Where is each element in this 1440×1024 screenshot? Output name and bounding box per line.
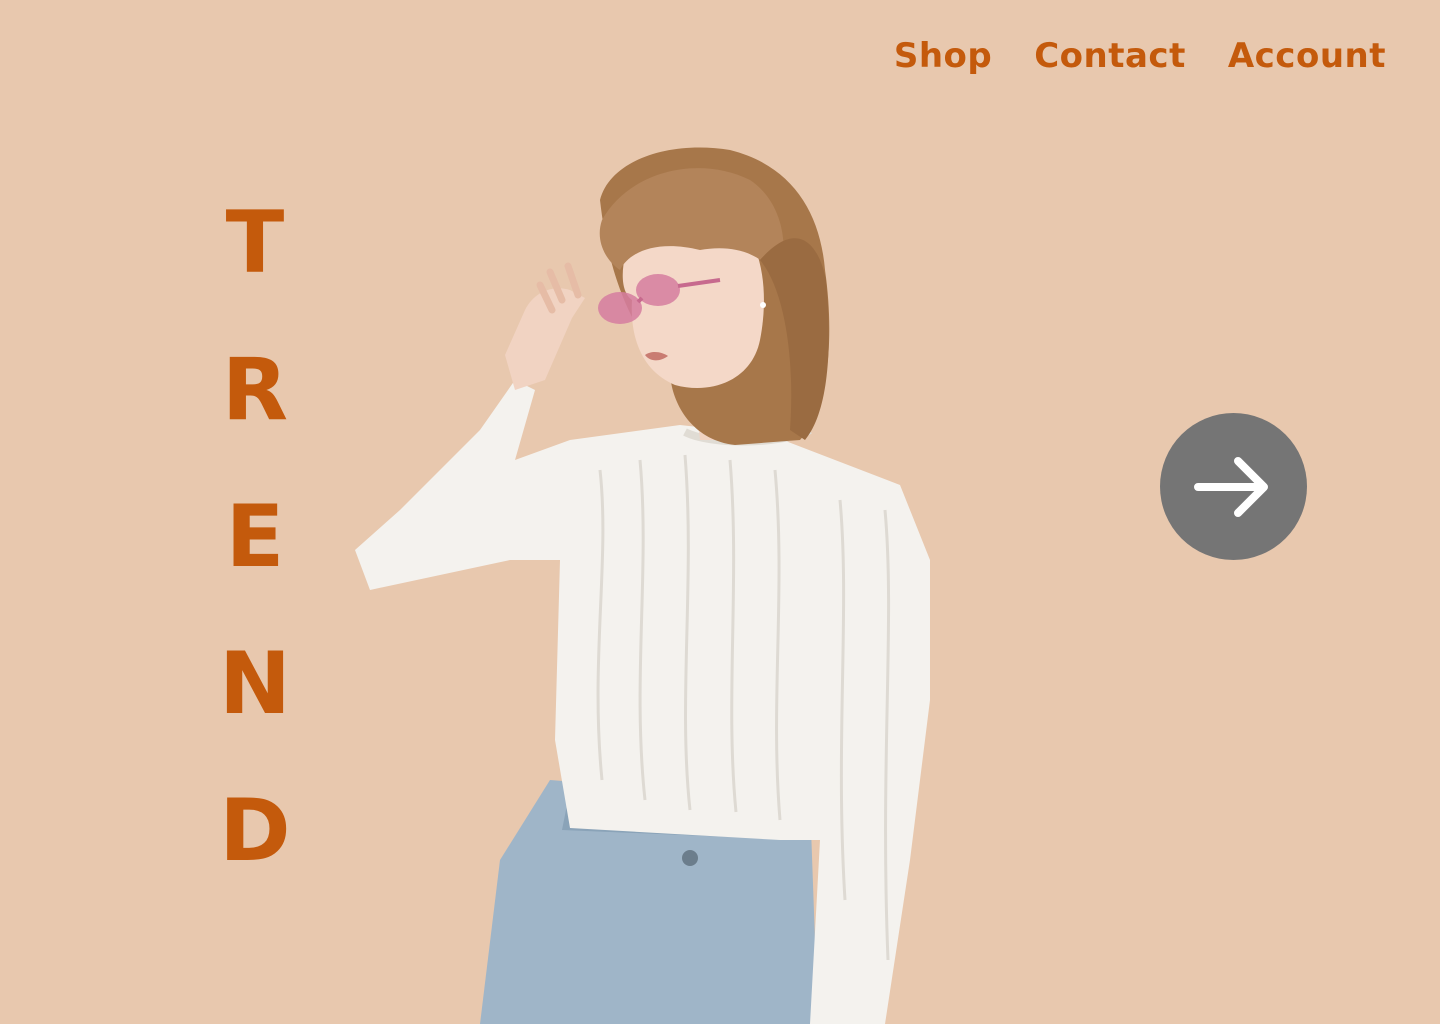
arrow-right-icon [1193,456,1268,517]
nav-link-shop[interactable]: Shop [894,36,992,76]
hero-letter: T [225,193,285,293]
nav-link-account[interactable]: Account [1228,36,1386,76]
top-nav: Shop Contact Account [894,36,1386,76]
next-arrow-button[interactable] [1160,413,1307,560]
landing-page: Shop Contact Account T R E N D [0,0,1440,1024]
hero-letter: E [225,487,285,587]
hero-letter: N [219,634,291,734]
model-photo [340,140,960,1024]
nav-link-contact[interactable]: Contact [1034,36,1186,76]
hero-vertical-title: T R E N D [210,170,300,905]
hero-letter: D [219,781,291,881]
hero-letter: R [221,340,289,440]
